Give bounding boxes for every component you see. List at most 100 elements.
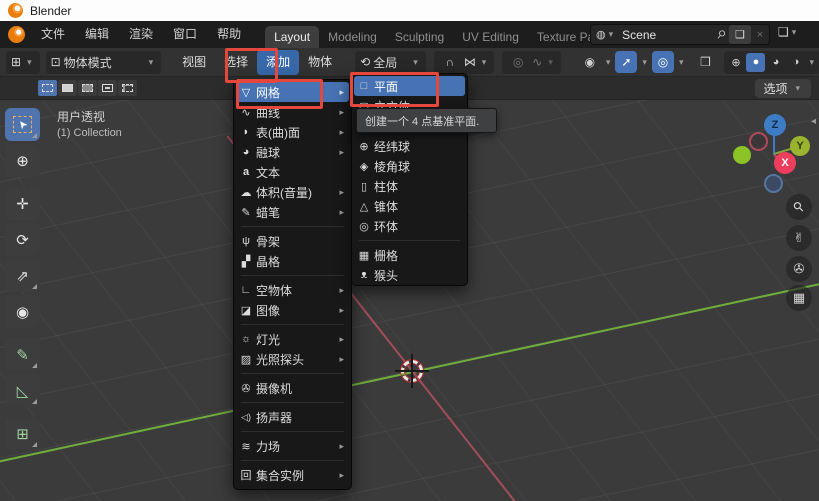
tool-add-cube[interactable]: ⊞ (5, 417, 40, 450)
menu-item-light-probe[interactable]: 光照探头▸ (236, 349, 349, 369)
snap-magnet-icon[interactable]: ∩ (439, 51, 461, 73)
menu-item-grid[interactable]: 栅格 (354, 245, 465, 265)
menu-help[interactable]: 帮助 (207, 21, 251, 48)
tab-sculpting[interactable]: Sculpting (386, 26, 453, 48)
scene-name[interactable]: Scene (622, 28, 717, 42)
tab-uv-editing[interactable]: UV Editing (453, 26, 528, 48)
sidebar-toggle-icon[interactable]: ◂ (811, 116, 816, 127)
menu-select[interactable]: 选择 (215, 50, 257, 75)
shading-rendered-icon[interactable]: ◑ (786, 53, 805, 72)
armature-icon (236, 235, 256, 247)
menu-item-plane[interactable]: 平面 (354, 76, 465, 96)
select-mode-intersect-icon[interactable] (118, 80, 137, 96)
shading-material-icon[interactable]: ◕ (766, 53, 785, 72)
mode-label: 物体模式 (64, 54, 143, 71)
menu-item-surface[interactable]: 表(曲)面▸ (236, 122, 349, 142)
close-icon[interactable]: × (751, 29, 769, 41)
chevron-down-icon[interactable]: ▾ (609, 29, 614, 40)
chevron-down-icon: ▾ (27, 57, 32, 68)
gizmo-neg-y-ball[interactable] (733, 146, 751, 164)
falloff-curve-icon[interactable]: ∿ (532, 55, 542, 69)
menu-item-lattice[interactable]: 晶格 (236, 251, 349, 271)
shading-solid-icon[interactable]: ● (746, 53, 765, 72)
mode-selector[interactable]: ⊡ 物体模式 ▾ (46, 51, 162, 74)
menu-view[interactable]: 视图 (173, 50, 215, 75)
menu-item-empty[interactable]: 空物体▸ (236, 280, 349, 300)
tool-cursor[interactable]: ⊕ (5, 144, 40, 177)
menu-edit[interactable]: 编辑 (75, 21, 119, 48)
tool-move[interactable]: ✛ (5, 187, 40, 220)
tool-annotate[interactable]: ✎ (5, 338, 40, 371)
chevron-down-icon[interactable]: ▾ (606, 57, 611, 68)
tool-rotate[interactable]: ⟳ (5, 223, 40, 256)
menu-item-ico-sphere[interactable]: 棱角球 (354, 156, 465, 176)
gizmo-neg-x-ball[interactable] (749, 132, 768, 151)
proportional-edit-icon[interactable]: ◎ (507, 51, 529, 73)
show-overlays-icon[interactable]: ◎ (652, 51, 674, 73)
menu-separator (241, 226, 344, 227)
chevron-down-icon[interactable]: ▾ (548, 57, 553, 68)
tool-scale[interactable]: ⇗ (5, 259, 40, 292)
orthographic-toggle-button[interactable]: ▦ (786, 285, 812, 311)
menu-item-image[interactable]: 图像▸ (236, 300, 349, 320)
select-mode-subtract-icon[interactable] (78, 80, 97, 96)
menu-render[interactable]: 渲染 (119, 21, 163, 48)
select-mode-new-icon[interactable] (38, 80, 57, 96)
menu-item-grease-pencil[interactable]: 蜡笔▸ (236, 202, 349, 222)
select-mode-group (38, 80, 137, 96)
tool-transform[interactable]: ◉ (5, 295, 40, 328)
transform-orientation-selector[interactable]: ⟲ 全局 ▾ (355, 51, 426, 74)
menu-item-cylinder[interactable]: 柱体 (354, 176, 465, 196)
blender-app-menu-icon[interactable] (8, 26, 25, 43)
select-mode-invert-icon[interactable] (98, 80, 117, 96)
tool-measure[interactable]: ◺ (5, 374, 40, 407)
menu-item-uv-sphere[interactable]: 经纬球 (354, 136, 465, 156)
toggle-xray-icon[interactable]: ❒ (694, 51, 716, 73)
menu-item-mesh[interactable]: 网格▸ (236, 82, 349, 102)
gizmo-y-ball[interactable]: Y (790, 136, 810, 156)
select-mode-extend-icon[interactable] (58, 80, 77, 96)
menu-item-cone[interactable]: 锥体 (354, 196, 465, 216)
menu-separator (359, 240, 460, 241)
new-scene-button[interactable]: ❏ (729, 25, 751, 44)
menu-item-armature[interactable]: 骨架 (236, 231, 349, 251)
tab-modeling[interactable]: Modeling (319, 26, 386, 48)
menu-item-force-field[interactable]: 力场▸ (236, 436, 349, 456)
menu-item-curve[interactable]: 曲线▸ (236, 102, 349, 122)
active-collection-label: (1) Collection (57, 127, 122, 139)
tab-layout[interactable]: Layout (265, 26, 319, 48)
chevron-down-icon[interactable]: ▾ (642, 57, 647, 68)
chevron-down-icon[interactable]: ▾ (679, 57, 684, 68)
menu-add[interactable]: 添加 (257, 50, 299, 75)
pan-button[interactable]: ✌ (786, 225, 812, 251)
menu-item-torus[interactable]: 环体 (354, 216, 465, 236)
scene-selector[interactable]: ◍ ▾ Scene ⚲ ❏ × (590, 24, 770, 45)
menu-item-metaball[interactable]: 融球▸ (236, 142, 349, 162)
editor-type-button[interactable]: ⊞ ▾ (6, 51, 40, 74)
menu-item-camera[interactable]: 摄像机 (236, 378, 349, 398)
options-button[interactable]: 选项 ▾ (755, 79, 811, 98)
camera-icon: ✇ (794, 261, 805, 277)
gizmo-z-ball[interactable]: Z (764, 114, 786, 136)
menu-file[interactable]: 文件 (31, 21, 75, 48)
menu-window[interactable]: 窗口 (163, 21, 207, 48)
menu-item-volume[interactable]: 体积(音量)▸ (236, 182, 349, 202)
shading-wireframe-icon[interactable]: ⊕ (726, 53, 745, 72)
zoom-button[interactable]: ⚲ (786, 194, 812, 220)
menu-object[interactable]: 物体 (299, 50, 341, 75)
chevron-down-icon[interactable]: ▾ (809, 57, 814, 68)
menu-item-text[interactable]: 文本 (236, 162, 349, 182)
chevron-down-icon[interactable]: ▾ (482, 57, 487, 68)
show-gizmo-icon[interactable]: ➚ (615, 51, 637, 73)
menu-item-light[interactable]: 灯光▸ (236, 329, 349, 349)
camera-view-button[interactable]: ✇ (786, 256, 812, 282)
gizmo-x-ball[interactable]: X (774, 152, 796, 174)
view-layer-selector[interactable]: ❑ ▾ (778, 25, 799, 39)
selectability-visibility-icon[interactable]: ◉ (579, 51, 601, 73)
menu-item-monkey[interactable]: 猴头 (354, 265, 465, 285)
menu-item-speaker[interactable]: 扬声器 (236, 407, 349, 427)
snap-target-icon[interactable]: ⋈ (464, 55, 476, 69)
tool-select-box[interactable]: ➤ (5, 108, 40, 141)
menu-item-collection-instance[interactable]: 集合实例▸ (236, 465, 349, 485)
gizmo-neg-z-ball[interactable] (764, 174, 783, 193)
